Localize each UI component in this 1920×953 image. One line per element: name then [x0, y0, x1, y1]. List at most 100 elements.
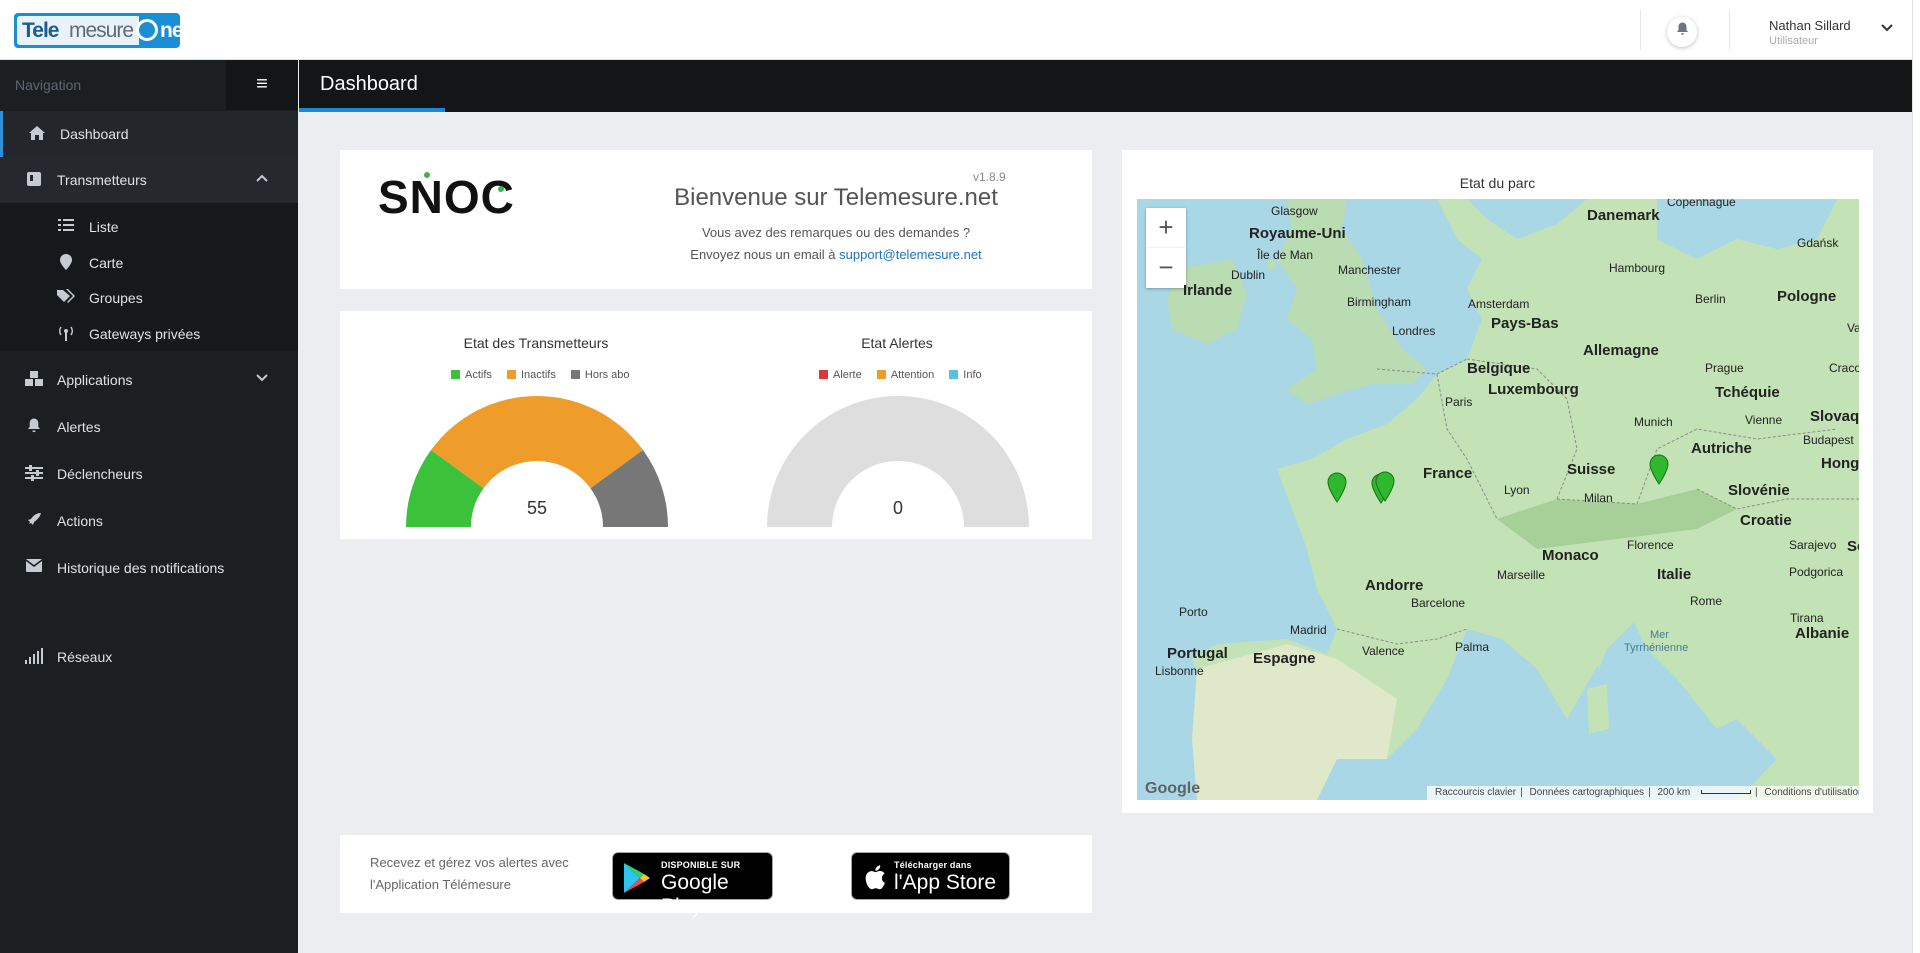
map-card: Etat du parc + − Glasgow Royaume-Uni Île… [1121, 149, 1874, 814]
sidebar-item-label: Réseaux [57, 649, 113, 665]
gauge-transmetteurs-legend: Actifs Inactifs Hors abo [451, 369, 642, 381]
sidebar-subitem-liste[interactable]: Liste [0, 210, 298, 244]
gauge-transmetteurs-title: Etat des Transmetteurs [463, 335, 609, 351]
map-marker-icon[interactable] [1327, 472, 1347, 504]
map-label: Va [1847, 321, 1859, 335]
page-title: Dashboard [320, 73, 418, 95]
transmetteurs-submenu: Liste Carte Groupes Gateways privées [0, 203, 298, 351]
map-scale[interactable]: 200 km [1657, 787, 1690, 798]
sliders-icon [24, 465, 44, 485]
gauge-alertes-legend: Alerte Attention Info [819, 369, 994, 381]
apps-description: Recevez et gérez vos alertes avec l'Appl… [370, 855, 569, 892]
map-terrain [1167, 199, 1859, 800]
map-label: Milan [1584, 491, 1613, 505]
map-label: Palma [1455, 640, 1490, 654]
zoom-out-button[interactable]: − [1146, 248, 1186, 288]
user-name[interactable]: Nathan Sillard [1769, 18, 1851, 33]
map-label: Sarajevo [1789, 538, 1837, 552]
telemesure-logo[interactable]: Tele mesure net [14, 13, 180, 48]
home-icon [27, 125, 47, 145]
legend-swatch [451, 370, 460, 379]
map-label: Berlin [1695, 292, 1726, 306]
legend-swatch [819, 370, 828, 379]
welcome-title: Bienvenue sur Telemesure.net [674, 184, 998, 211]
sidebar-item-reseaux[interactable]: Réseaux [0, 634, 298, 680]
map-label: Amsterdam [1468, 297, 1530, 311]
map-label: Suisse [1567, 461, 1616, 478]
map-label: Belgique [1467, 360, 1531, 377]
sidebar-subitem-gateways[interactable]: Gateways privées [0, 317, 298, 351]
app-version: v1.8.9 [973, 170, 1006, 184]
chevron-down-icon[interactable] [1880, 20, 1894, 36]
terms-link[interactable]: Conditions d'utilisation [1764, 787, 1859, 798]
logo-text-net: net [160, 19, 180, 42]
bell-icon[interactable] [1667, 17, 1697, 47]
sidebar-item-declencheurs[interactable]: Déclencheurs [0, 451, 298, 497]
google-play-small: DISPONIBLE SUR [661, 860, 741, 870]
signal-bars-icon [24, 648, 44, 668]
map-label: Birmingham [1347, 295, 1412, 309]
logo-dot [424, 172, 430, 178]
keyboard-shortcuts-link[interactable]: Raccourcis clavier [1435, 787, 1516, 798]
map-label: Valence [1362, 644, 1405, 658]
google-play-icon [624, 863, 650, 893]
cubes-icon [24, 371, 44, 391]
map-label: Rome [1690, 594, 1723, 608]
map-label: Pays-Bas [1491, 315, 1559, 332]
sidebar-item-label: Actions [57, 513, 103, 529]
sidebar-header: Navigation [0, 60, 226, 110]
google-logo[interactable]: Google [1145, 780, 1200, 798]
google-play-button[interactable]: DISPONIBLE SUR Google Play [612, 852, 773, 918]
app-store-small: Télécharger dans [894, 860, 972, 870]
map-label: Andorre [1365, 577, 1424, 594]
tags-icon [56, 289, 76, 306]
zoom-in-button[interactable]: + [1146, 208, 1186, 248]
legend-item[interactable]: Alerte [819, 369, 862, 381]
rocket-icon [24, 512, 44, 532]
window-scrollbar[interactable] [1912, 0, 1920, 953]
sidebar-item-label: Applications [57, 372, 133, 388]
chevron-down-icon[interactable] [255, 370, 269, 386]
legend-item[interactable]: Inactifs [506, 369, 556, 381]
map-label: France [1423, 465, 1473, 482]
sidebar-item-label: Transmetteurs [57, 172, 147, 188]
sidebar-item-label: Dashboard [60, 126, 129, 142]
map-label: Portugal [1167, 645, 1228, 662]
map-label: Paris [1445, 395, 1473, 409]
menu-toggle-icon[interactable]: ≡ [226, 60, 298, 110]
legend-item[interactable]: Actifs [451, 369, 492, 381]
sidebar-subitem-groupes[interactable]: Groupes [0, 281, 298, 315]
sidebar-item-label: Alertes [57, 419, 101, 435]
sidebar-item-applications[interactable]: Applications [0, 357, 298, 403]
map-label: Glasgow [1271, 204, 1318, 218]
map-label: Manchester [1338, 263, 1401, 277]
sidebar-item-label: Historique des notifications [57, 560, 225, 576]
sidebar-item-dashboard[interactable]: Dashboard [0, 111, 298, 157]
europe-map[interactable]: + − Glasgow Royaume-Uni Île de Man Dubli… [1137, 199, 1859, 800]
sidebar-item-alertes[interactable]: Alertes [0, 404, 298, 450]
sidebar-item-historique[interactable]: Historique des notifications [0, 545, 298, 591]
legend-item[interactable]: Info [949, 369, 982, 381]
legend-swatch [570, 370, 580, 379]
map-label: Slovaqu [1810, 408, 1859, 425]
sidebar-item-transmetteurs[interactable]: Transmetteurs [0, 157, 298, 203]
map-marker-icon[interactable] [1649, 454, 1669, 486]
gauge-alertes-title: Etat Alertes [861, 335, 933, 351]
map-label: Dublin [1231, 268, 1266, 282]
app-store-button[interactable]: Télécharger dans l'App Store [851, 852, 1010, 900]
map-label: Craco [1829, 361, 1859, 375]
chevron-up-icon[interactable] [255, 170, 269, 186]
sidebar-subitem-carte[interactable]: Carte [0, 246, 298, 280]
map-marker-icon[interactable] [1375, 471, 1395, 503]
map-label: Albanie [1795, 625, 1850, 642]
top-bar: Tele mesure net Nathan Sillard Utilisate… [0, 0, 1912, 60]
map-label: Marseille [1497, 568, 1546, 582]
map-pin-icon [56, 254, 76, 273]
map-label: Gdańsk [1797, 236, 1839, 250]
legend-item[interactable]: Hors abo [570, 369, 630, 381]
legend-label: Actifs [465, 369, 492, 381]
sidebar-item-actions[interactable]: Actions [0, 498, 298, 544]
legend-item[interactable]: Attention [876, 369, 934, 381]
support-email-link[interactable]: support@telemesure.net [839, 247, 982, 262]
map-data-link[interactable]: Données cartographiques [1530, 787, 1645, 798]
